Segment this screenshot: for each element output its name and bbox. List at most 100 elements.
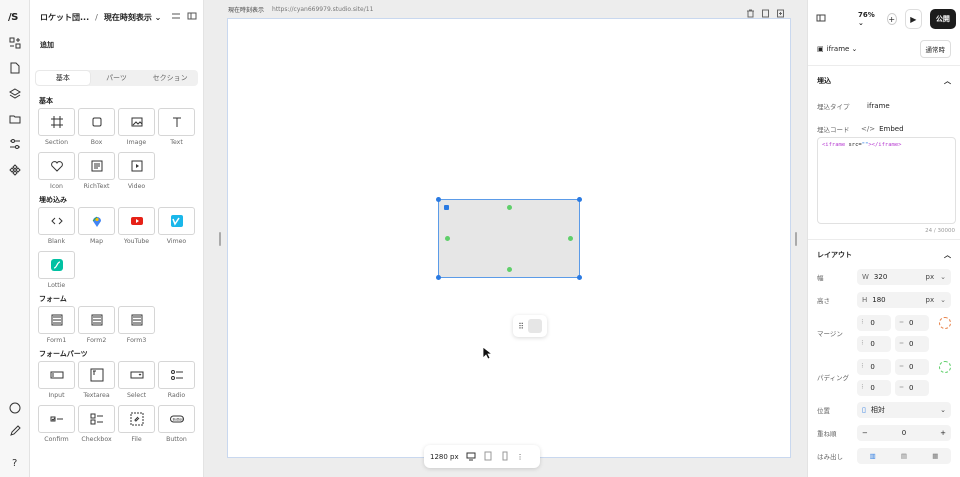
padding-top-input[interactable]: ⠇ 0 [857,358,891,375]
margin-link-icon[interactable] [939,317,951,329]
padding-bottom-input[interactable]: ⠇ 0 [857,379,891,396]
overflow-scroll-icon[interactable]: ▦ [932,452,938,460]
add-element-vimeo[interactable]: Vimeo [158,207,195,245]
embed-section-header[interactable]: 埋込 ︿ [808,71,960,91]
button-icon[interactable]: Button [158,405,195,433]
stack-order-stepper[interactable]: − 0 + [857,425,951,441]
height-unit[interactable]: px [926,296,935,304]
textarea-icon[interactable] [78,361,115,389]
invite-icon[interactable]: + [886,13,897,25]
components-icon[interactable] [8,163,22,177]
add-element-input[interactable]: Input [38,361,75,399]
add-element-radio[interactable]: Radio [158,361,195,399]
element-thumbnail[interactable] [527,319,542,333]
state-selector[interactable]: 通常時 [919,40,951,58]
margin-bottom-input[interactable]: ⠇ 0 [857,335,891,352]
tab-basic[interactable]: 基本 [36,71,90,85]
video-icon[interactable] [118,152,155,180]
add-element-lottie[interactable]: Lottie [38,251,75,289]
tab-sections[interactable]: セクション [143,71,197,85]
add-element-form3[interactable]: Form3 [118,306,155,344]
chat-icon[interactable] [8,401,22,415]
plus-icon[interactable]: + [940,429,946,437]
margin-top-input[interactable]: ⠇ 0 [857,314,891,331]
layers-icon[interactable] [8,87,22,101]
settings-sliders-icon[interactable] [8,137,22,151]
add-element-text[interactable]: Text [158,108,195,146]
add-element-map[interactable]: Map [78,207,115,245]
code-icon[interactable] [38,207,75,235]
heart-icon[interactable] [38,152,75,180]
position-select[interactable]: ▯ 相対 ⌄ [857,402,951,418]
embed-code-value[interactable]: Embed [879,125,903,133]
add-element-file[interactable]: File [118,405,155,443]
radio-icon[interactable] [158,361,195,389]
add-element-button[interactable]: Button Button [158,405,195,443]
more-icon[interactable]: ⋮ [517,453,524,461]
tab-parts[interactable]: パーツ [90,71,144,85]
add-element-select[interactable]: Select [118,361,155,399]
pen-icon[interactable] [8,424,22,438]
padding-handle[interactable] [568,236,573,241]
element-type-selector[interactable]: ▣ iframe ⌄ [817,45,857,53]
select-icon[interactable] [118,361,155,389]
resize-handle[interactable] [577,197,582,202]
page-settings-icon[interactable] [171,11,181,23]
frame-icon[interactable] [38,108,75,136]
page-selector[interactable]: 現在時刻表示 ⌄ [104,12,162,23]
add-element-section[interactable]: Section [38,108,75,146]
add-element-youtube[interactable]: YouTube [118,207,155,245]
desktop-icon[interactable] [466,451,476,463]
form-icon[interactable] [118,306,155,334]
cms-folder-icon[interactable] [8,112,22,126]
embed-type-value[interactable]: iframe [867,102,890,110]
mobile-icon[interactable] [500,451,510,463]
margin-left-input[interactable]: = 0 [895,335,929,352]
add-element-richtext[interactable]: RichText [78,152,115,190]
chevron-up-icon[interactable]: ︿ [944,250,951,260]
resize-handle[interactable] [577,275,582,280]
padding-handle[interactable] [445,236,450,241]
layout-section-header[interactable]: レイアウト ︿ [808,245,960,265]
padding-left-input[interactable]: = 0 [895,379,929,396]
add-elements-icon[interactable] [8,36,22,50]
padding-right-input[interactable]: = 0 [895,358,929,375]
add-element-form1[interactable]: Form1 [38,306,75,344]
page-url[interactable]: https://cyan669979.studio.site/11 [272,6,373,13]
form-icon[interactable] [38,306,75,334]
minus-icon[interactable]: − [862,429,868,437]
form-icon[interactable] [78,306,115,334]
add-element-checkbox[interactable]: Checkbox [78,405,115,443]
padding-link-icon[interactable] [939,361,951,373]
selected-iframe-element[interactable] [436,197,582,280]
add-element-icon[interactable]: Icon [38,152,75,190]
preview-play-button[interactable]: ▶ [904,9,922,29]
file-icon[interactable] [118,405,155,433]
margin-right-input[interactable]: = 0 [895,314,929,331]
lottie-icon[interactable] [38,251,75,279]
add-element-confirm[interactable]: Confirm [38,405,75,443]
studio-logo[interactable]: /S [8,12,18,23]
checkbox-list-icon[interactable] [78,405,115,433]
preview-panel-icon[interactable] [816,13,826,25]
width-unit[interactable]: px [926,273,935,281]
chevron-down-icon[interactable]: ⌄ [940,406,946,414]
zoom-selector[interactable]: 76% ⌄ [858,11,879,27]
chevron-down-icon[interactable]: ⌄ [940,296,946,304]
width-input[interactable]: W 320 px ⌄ [857,268,951,285]
input-icon[interactable] [38,361,75,389]
add-element-blank[interactable]: Blank [38,207,75,245]
chevron-up-icon[interactable]: ︿ [944,76,951,86]
image-icon[interactable] [118,108,155,136]
resize-handle[interactable] [436,275,441,280]
youtube-icon[interactable] [118,207,155,235]
add-element-video[interactable]: Video [118,152,155,190]
panel-toggle-icon[interactable] [187,11,197,23]
chevron-down-icon[interactable]: ⌄ [940,273,946,281]
checkbox-icon[interactable] [38,405,75,433]
embed-code-editor[interactable]: <iframe src=""></iframe> [817,137,956,224]
tablet-icon[interactable] [483,451,493,463]
drag-handle-icon[interactable]: ⠿ [518,322,524,331]
add-element-image[interactable]: Image [118,108,155,146]
height-input[interactable]: H 180 px ⌄ [857,291,951,308]
